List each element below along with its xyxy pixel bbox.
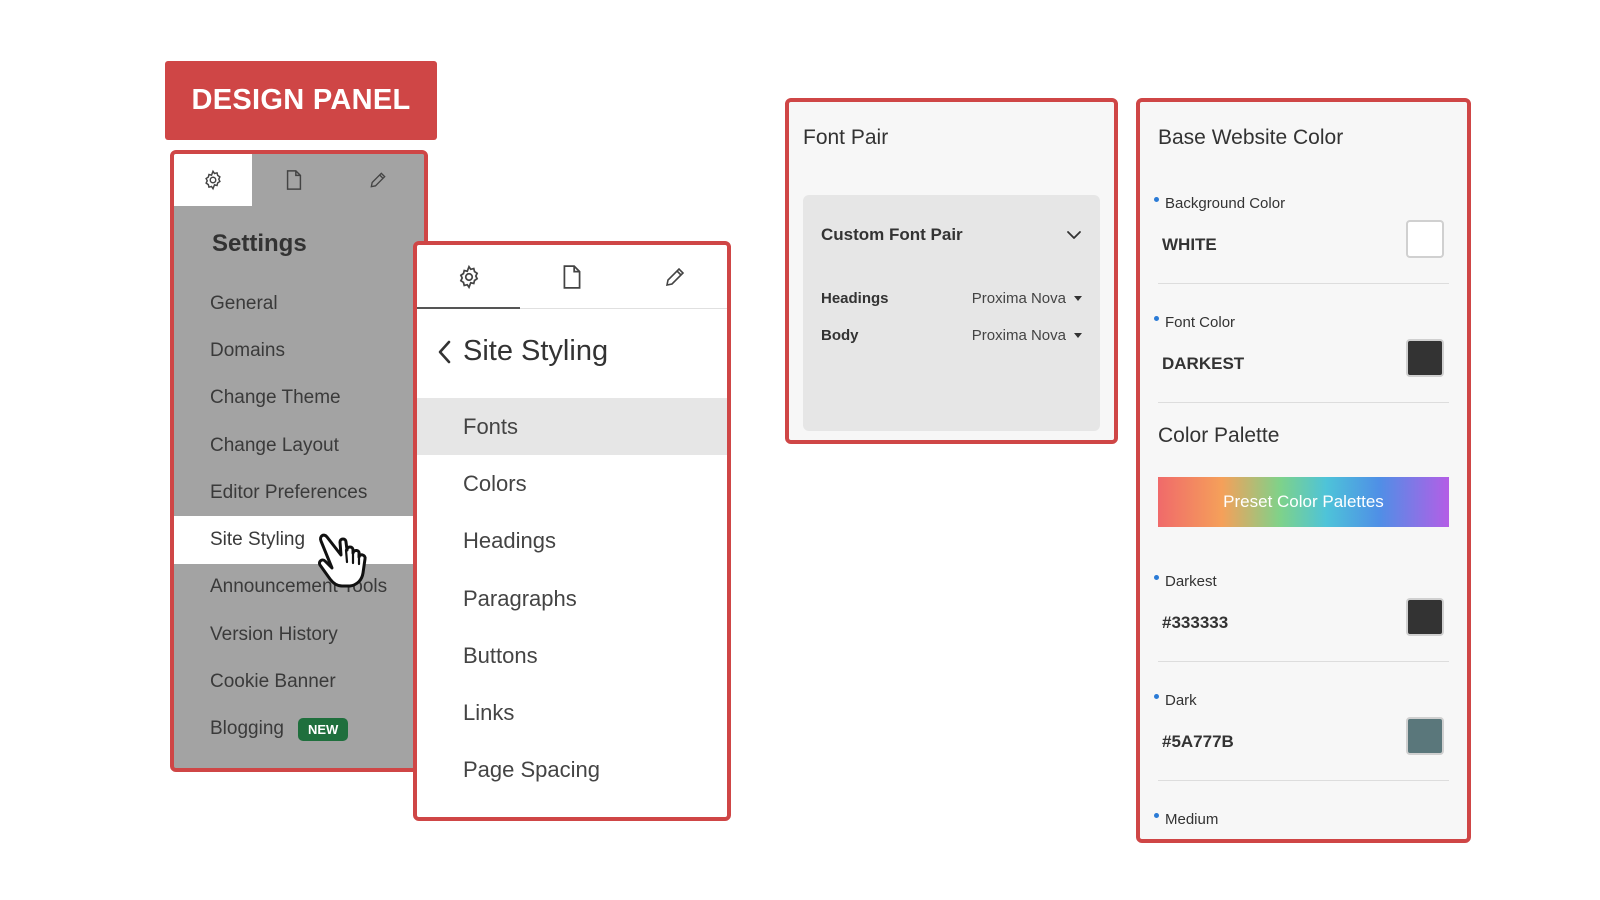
styling-item-label: Paragraphs	[463, 585, 577, 611]
font-pair-selected: Custom Font Pair	[821, 225, 963, 244]
back-button[interactable]: Site Styling	[437, 335, 608, 368]
page-icon	[286, 170, 302, 190]
settings-item-change-layout[interactable]: Change Layout	[174, 422, 424, 469]
settings-item-blogging[interactable]: Blogging NEW	[174, 706, 424, 753]
tab-settings[interactable]	[174, 154, 252, 206]
settings-menu: General Domains Change Theme Change Layo…	[174, 280, 424, 753]
dark-swatch[interactable]	[1406, 717, 1444, 755]
styling-item-buttons[interactable]: Buttons	[417, 627, 727, 684]
background-color-label: Background Color	[1153, 195, 1286, 212]
styling-item-label: Colors	[463, 470, 527, 496]
styling-item-label: Headings	[463, 528, 556, 554]
font-row-label: Headings	[821, 290, 889, 307]
tab-settings[interactable]	[417, 245, 521, 309]
settings-item-label: Change Layout	[210, 434, 339, 456]
font-color-label: Font Color	[1153, 314, 1236, 331]
font-row-body: Body Proxima Nova	[821, 327, 1082, 344]
settings-item-label: General	[210, 292, 278, 314]
background-color-swatch[interactable]	[1406, 220, 1444, 258]
styling-title: Site Styling	[463, 335, 609, 367]
settings-item-editor-preferences[interactable]: Editor Preferences	[174, 469, 424, 516]
settings-item-label: Change Theme	[210, 387, 341, 409]
base-color-title: Base Website Color	[1158, 126, 1344, 149]
font-row-value: Proxima Nova	[971, 290, 1066, 307]
font-row-label: Body	[821, 327, 859, 344]
font-color-swatch[interactable]	[1406, 339, 1444, 377]
design-panel-banner: DESIGN PANEL	[165, 61, 437, 140]
font-color-value: DARKEST	[1162, 354, 1245, 373]
divider	[1158, 780, 1449, 781]
divider	[1158, 283, 1449, 284]
preset-color-palettes-button[interactable]: Preset Color Palettes	[1158, 477, 1449, 527]
settings-item-site-styling[interactable]: Site Styling	[174, 516, 424, 564]
settings-item-announcement-tools[interactable]: Announcement Tools	[174, 564, 424, 611]
body-font-select[interactable]: Proxima Nova	[972, 327, 1082, 344]
darkest-value: #333333	[1162, 613, 1229, 632]
new-badge: NEW	[297, 717, 349, 741]
pencil-icon	[370, 172, 386, 188]
styling-item-headings[interactable]: Headings	[417, 513, 727, 570]
medium-label: Medium	[1153, 811, 1219, 828]
settings-item-cookie-banner[interactable]: Cookie Banner	[174, 658, 424, 705]
tab-edit[interactable]	[336, 154, 420, 206]
tab-pages[interactable]	[252, 154, 336, 206]
pencil-icon	[666, 267, 685, 286]
darkest-swatch[interactable]	[1406, 598, 1444, 636]
settings-item-domains[interactable]: Domains	[174, 327, 424, 374]
chevron-down-icon	[1067, 231, 1081, 239]
font-pair-panel: Font Pair Custom Font Pair Headings Prox…	[785, 98, 1118, 444]
settings-item-label: Editor Preferences	[210, 481, 368, 503]
settings-item-label: Cookie Banner	[210, 671, 336, 693]
dark-value: #5A777B	[1162, 732, 1234, 751]
page-icon	[563, 264, 581, 289]
settings-item-change-theme[interactable]: Change Theme	[174, 375, 424, 422]
font-row-headings: Headings Proxima Nova	[821, 290, 1082, 307]
settings-panel: Settings General Domains Change Theme Ch…	[170, 150, 428, 772]
settings-item-general[interactable]: General	[174, 280, 424, 327]
site-styling-panel: Site Styling Fonts Colors Headings Parag…	[413, 241, 731, 821]
styling-item-label: Page Spacing	[463, 757, 600, 783]
styling-item-label: Links	[463, 700, 515, 726]
banner-title: DESIGN PANEL	[191, 84, 411, 116]
settings-title: Settings	[212, 230, 307, 257]
font-pair-title: Font Pair	[803, 126, 889, 149]
settings-tabs	[174, 154, 424, 206]
dark-label: Dark	[1154, 692, 1197, 709]
divider	[1158, 402, 1449, 403]
font-row-value: Proxima Nova	[971, 327, 1066, 344]
styling-menu: Fonts Colors Headings Paragraphs Buttons…	[417, 398, 727, 799]
settings-item-label: Domains	[210, 339, 285, 361]
darkest-label: Darkest	[1154, 573, 1217, 590]
styling-item-label: Buttons	[463, 642, 538, 668]
pointer-hand-icon	[318, 533, 367, 588]
styling-tabs	[417, 245, 727, 309]
settings-item-label: Version History	[210, 623, 338, 645]
caret-down-icon	[1074, 333, 1082, 338]
styling-item-paragraphs[interactable]: Paragraphs	[417, 570, 727, 627]
tab-pages[interactable]	[520, 245, 623, 308]
styling-item-fonts[interactable]: Fonts	[417, 398, 727, 456]
settings-item-label: Blogging	[210, 718, 284, 740]
tab-edit[interactable]	[624, 245, 727, 308]
font-pair-card: Custom Font Pair Headings Proxima Nova B…	[803, 195, 1100, 431]
headings-font-select[interactable]: Proxima Nova	[972, 290, 1082, 307]
settings-item-label: Site Styling	[210, 529, 306, 551]
settings-item-version-history[interactable]: Version History	[174, 611, 424, 658]
base-website-color-panel: Base Website Color Background Color WHIT…	[1136, 98, 1471, 843]
caret-down-icon	[1074, 296, 1082, 301]
styling-item-label: Fonts	[463, 413, 519, 439]
divider	[1158, 661, 1449, 662]
chevron-left-icon	[438, 340, 451, 363]
preset-palettes-label: Preset Color Palettes	[1223, 492, 1384, 511]
font-pair-dropdown[interactable]: Custom Font Pair	[821, 225, 1082, 245]
styling-item-colors[interactable]: Colors	[417, 455, 727, 512]
styling-item-links[interactable]: Links	[417, 684, 727, 741]
styling-item-page-spacing[interactable]: Page Spacing	[417, 742, 727, 799]
color-palette-title: Color Palette	[1158, 424, 1280, 447]
gear-icon	[459, 264, 478, 289]
gear-icon	[205, 169, 221, 191]
background-color-value: WHITE	[1162, 235, 1217, 254]
